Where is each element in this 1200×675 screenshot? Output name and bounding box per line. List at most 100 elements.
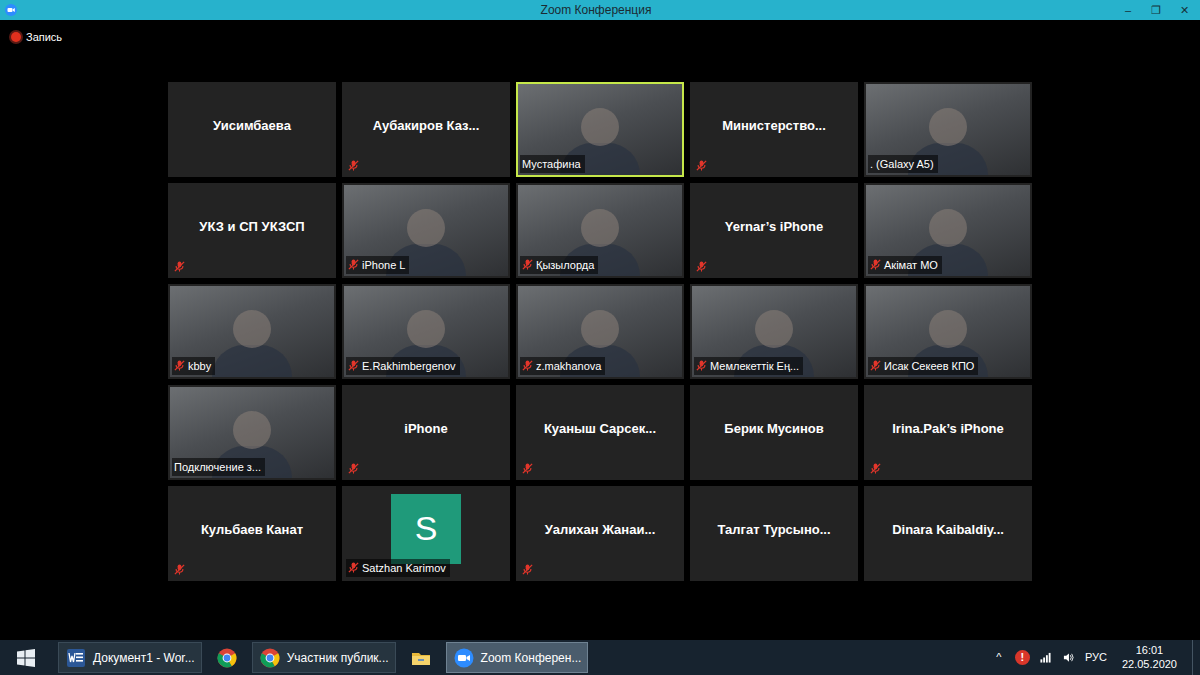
participant-tile[interactable]: Мемлекеттік Ең... <box>690 284 858 379</box>
taskbar-button[interactable] <box>207 642 247 673</box>
participant-label: Мустафина <box>520 155 585 174</box>
muted-mic-icon <box>348 562 359 573</box>
network-signal-icon <box>1040 652 1051 663</box>
participant-tile[interactable]: УКЗ и СП УКЗСП <box>168 183 336 278</box>
participant-tile[interactable]: Куаныш Сарсек... <box>516 385 684 480</box>
show-desktop-button[interactable] <box>1192 640 1200 675</box>
participant-label <box>346 461 363 476</box>
participant-tile[interactable]: Кульбаев Канат <box>168 486 336 581</box>
clock[interactable]: 16:0122.05.2020 <box>1116 644 1183 670</box>
participant-name: kbby <box>188 358 211 375</box>
avatar: S <box>391 494 461 564</box>
participant-tile[interactable]: . (Galaxy A5) <box>864 82 1032 177</box>
participant-tile[interactable]: Акімат МО <box>864 183 1032 278</box>
muted-mic-icon <box>696 360 707 371</box>
taskbar-button[interactable]: Zoom Конферен... <box>446 642 589 673</box>
word-icon <box>65 647 87 669</box>
participant-label: Мемлекеттік Ең... <box>694 357 803 376</box>
language-indicator[interactable]: РУС <box>1085 649 1107 666</box>
participant-name: Уисимбаева <box>207 116 297 144</box>
participant-name: Қызылорда <box>536 257 594 274</box>
participant-label <box>520 562 537 577</box>
zoom-icon <box>453 647 475 669</box>
system-tray: ^! РУС 16:0122.05.2020 <box>992 640 1200 675</box>
participant-label: Satzhan Karimov <box>346 559 450 578</box>
speaker-icon <box>1063 652 1074 663</box>
participant-name: iPhone L <box>362 257 405 274</box>
participant-label <box>868 461 885 476</box>
participant-label <box>172 562 189 577</box>
participant-tile[interactable]: Мустафина <box>516 82 684 177</box>
zoom-window: Zoom Конференция–❐✕ Запись УисимбаеваАуб… <box>0 0 1200 675</box>
participant-name: Мустафина <box>522 156 581 173</box>
meeting-area: Запись УисимбаеваАубакиров Каз...Мустафи… <box>0 20 1200 640</box>
volume-item[interactable] <box>1062 652 1076 663</box>
windows-logo-icon <box>15 647 37 669</box>
title-left <box>0 4 533 16</box>
participant-label <box>694 259 711 274</box>
participant-label: z.makhanova <box>520 357 605 376</box>
participant-label: kbby <box>172 357 215 376</box>
participant-tile[interactable]: Уисимбаева <box>168 82 336 177</box>
participant-name: z.makhanova <box>536 358 601 375</box>
participant-name: Кульбаев Канат <box>195 520 309 548</box>
taskbar-button[interactable]: Участник публик... <box>252 642 396 673</box>
close-button[interactable]: ✕ <box>1176 5 1192 16</box>
participant-tile[interactable]: iPhone L <box>342 183 510 278</box>
muted-mic-icon <box>174 564 185 575</box>
participant-tile[interactable]: kbby <box>168 284 336 379</box>
minimize-button[interactable]: – <box>1120 5 1136 16</box>
taskbar-button[interactable]: Документ1 - Wor... <box>58 642 202 673</box>
muted-mic-icon <box>870 360 881 371</box>
muted-mic-icon <box>348 463 359 474</box>
muted-mic-icon <box>174 360 185 371</box>
participant-label: Подключение з... <box>172 458 265 477</box>
participant-label <box>694 158 711 173</box>
participant-tile[interactable]: Қызылорда <box>516 183 684 278</box>
participant-tile[interactable]: Yernar’s iPhone <box>690 183 858 278</box>
alert-icon: ! <box>1015 650 1030 665</box>
network-item[interactable] <box>1039 652 1053 663</box>
window-title: Zoom Конференция <box>533 1 660 19</box>
taskbar-button[interactable] <box>401 642 441 673</box>
tray-chevron[interactable]: ^ <box>992 649 1006 666</box>
gallery-grid: Уисимбаева Аубакиров Каз... Мустафина Минис… <box>168 82 1032 581</box>
muted-mic-icon <box>870 463 881 474</box>
participant-name: Irina.Pak’s iPhone <box>886 419 1010 447</box>
participant-label: Исак Секеев КПО <box>868 357 978 376</box>
participant-name: Уалихан Жанаи... <box>539 520 662 548</box>
participant-tile[interactable]: Берик Мусинов <box>690 385 858 480</box>
participant-tile[interactable]: Уалихан Жанаи... <box>516 486 684 581</box>
chrome-icon <box>216 647 238 669</box>
participant-tile[interactable]: Министерство... <box>690 82 858 177</box>
start-button[interactable] <box>0 640 52 675</box>
restore-button[interactable]: ❐ <box>1148 5 1164 16</box>
muted-mic-icon <box>522 360 533 371</box>
muted-mic-icon <box>174 261 185 272</box>
alert-item[interactable]: ! <box>1015 650 1030 665</box>
participant-tile[interactable]: z.makhanova <box>516 284 684 379</box>
participant-label: Қызылорда <box>520 256 598 275</box>
zoom-logo-icon <box>5 4 17 16</box>
muted-mic-icon <box>696 261 707 272</box>
participant-name: Исак Секеев КПО <box>884 358 974 375</box>
participant-name: Мемлекеттік Ең... <box>710 358 799 375</box>
clock-time: 16:01 <box>1136 644 1164 657</box>
participant-tile[interactable]: iPhone <box>342 385 510 480</box>
taskbar: Документ1 - Wor... Участник публик... Zoom… <box>0 640 1200 675</box>
participant-tile[interactable]: SSatzhan Karimov <box>342 486 510 581</box>
participant-tile[interactable]: Аубакиров Каз... <box>342 82 510 177</box>
participant-name: Министерство... <box>716 116 832 144</box>
participant-tile[interactable]: Исак Секеев КПО <box>864 284 1032 379</box>
taskbar-apps: Документ1 - Wor... Участник публик... Zoom… <box>52 640 588 675</box>
participant-tile[interactable]: Irina.Pak’s iPhone <box>864 385 1032 480</box>
participant-name: Талгат Турсыно... <box>711 520 836 548</box>
participant-tile[interactable]: Dinara Kaibaldiy... <box>864 486 1032 581</box>
window-controls: – ❐ ✕ <box>659 5 1200 16</box>
participant-label: Акімат МО <box>868 256 942 275</box>
participant-name: Акімат МО <box>884 257 938 274</box>
participant-tile[interactable]: Талгат Турсыно... <box>690 486 858 581</box>
participant-tile[interactable]: Подключение з... <box>168 385 336 480</box>
participant-name: E.Rakhimbergenov <box>362 358 456 375</box>
participant-tile[interactable]: E.Rakhimbergenov <box>342 284 510 379</box>
